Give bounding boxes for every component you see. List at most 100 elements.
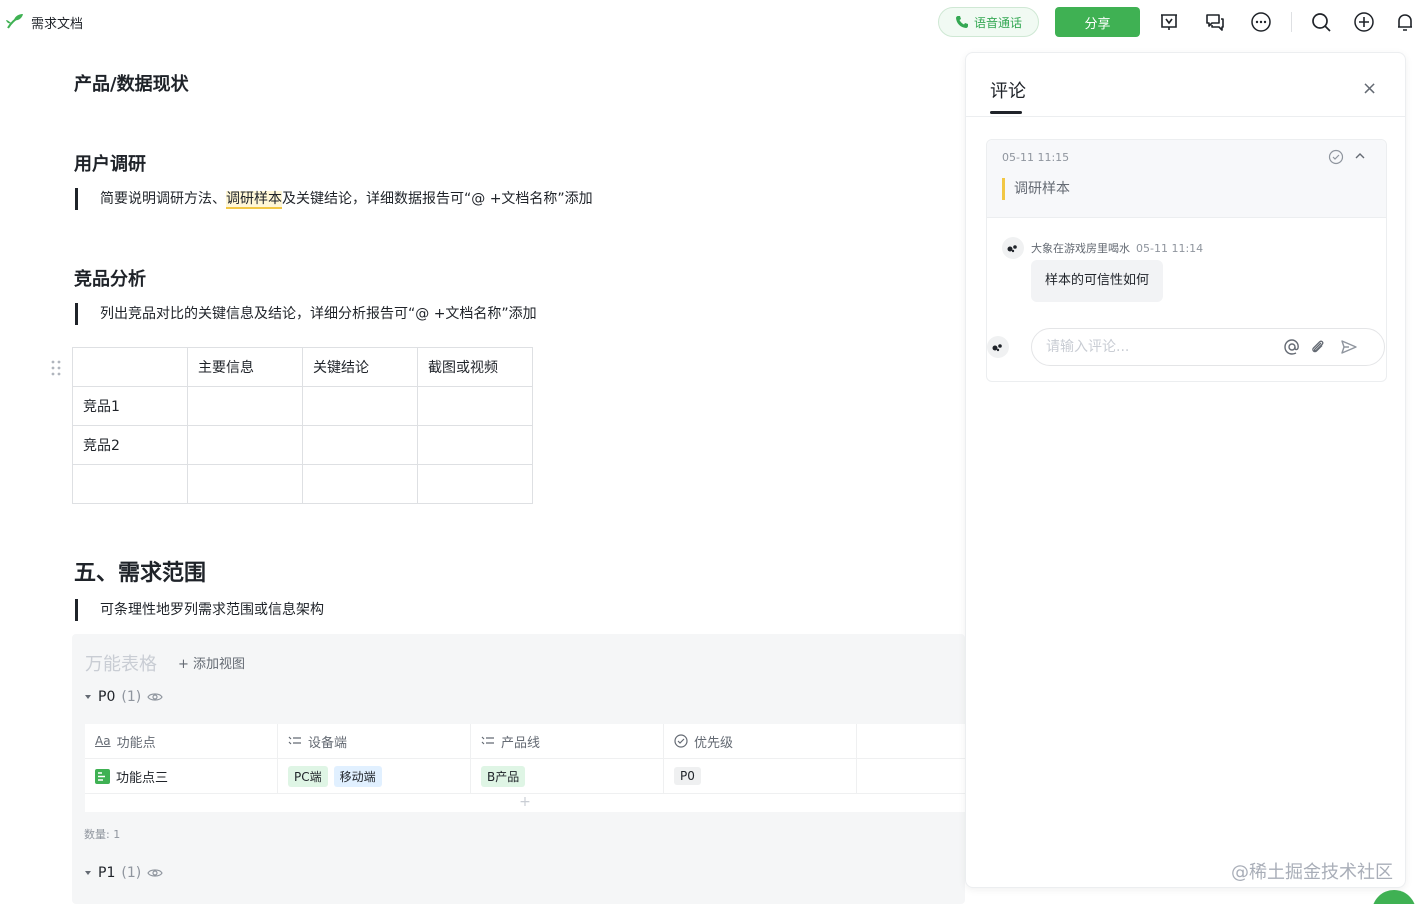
- single-select-icon: [674, 734, 688, 748]
- comment-meta: 大象在游戏房里喝水 05-11 11:14: [1031, 240, 1203, 256]
- more-options-icon[interactable]: [1250, 11, 1272, 33]
- comment-text: 样本的可信性如何: [1031, 260, 1164, 302]
- notification-bell-icon[interactable]: [1394, 11, 1416, 33]
- product-line-cell[interactable]: B产品: [471, 759, 664, 793]
- caret-down-icon[interactable]: [84, 693, 92, 701]
- resolve-check-icon[interactable]: [1328, 149, 1344, 165]
- table-row: [72, 464, 533, 504]
- column-header-label: 优先级: [694, 735, 734, 751]
- column-header-label: 设备端: [308, 735, 348, 751]
- heading-competitor-analysis: 竞品分析: [74, 269, 146, 290]
- feature-name: 功能点三: [116, 770, 169, 786]
- table-cell[interactable]: [302, 425, 418, 465]
- bitable-title[interactable]: 万能表格: [85, 650, 157, 676]
- panel-title: 评论: [990, 81, 1026, 102]
- top-bar: 需求文档 语音通话 分享: [0, 0, 1416, 44]
- device-tag: PC端: [288, 765, 328, 787]
- mention-icon[interactable]: [1283, 338, 1301, 356]
- competitor-quote: 列出竞品对比的关键信息及结论，详细分析报告可“@ +文档名称”添加: [75, 303, 537, 325]
- avatar: [1002, 237, 1024, 259]
- table-cell[interactable]: [302, 464, 418, 504]
- voice-call-label: 语音通话: [973, 15, 1022, 30]
- search-icon[interactable]: [1310, 11, 1332, 33]
- table-cell[interactable]: [72, 464, 188, 504]
- caret-down-icon[interactable]: [84, 869, 92, 877]
- table-row: 竞品2: [72, 425, 533, 465]
- group-count: (1): [121, 689, 142, 705]
- phone-icon: [955, 16, 968, 28]
- add-icon[interactable]: [1353, 11, 1375, 33]
- doc-title[interactable]: 需求文档: [31, 13, 83, 32]
- table-cell[interactable]: [72, 347, 188, 387]
- table-cell[interactable]: [417, 464, 533, 504]
- device-cell[interactable]: PC端 移动端: [278, 759, 471, 793]
- comments-icon[interactable]: [1204, 11, 1226, 33]
- commented-highlight[interactable]: 调研样本: [226, 191, 282, 209]
- table-row[interactable]: 功能点三 PC端 移动端 B产品 P0: [85, 759, 965, 794]
- bitable-block: 万能表格 + 添加视图 P0 (1) Aa 功能点 设备端 产品线 优先级 功能…: [72, 634, 965, 904]
- table-cell[interactable]: 主要信息: [187, 347, 303, 387]
- attachment-icon[interactable]: [1309, 338, 1327, 356]
- column-header-feature[interactable]: Aa 功能点: [85, 724, 278, 758]
- comment-author[interactable]: 大象在游戏房里喝水: [1031, 242, 1130, 255]
- table-cell[interactable]: [417, 425, 533, 465]
- comment-card-time: 05-11 11:15: [1002, 151, 1070, 164]
- column-header-priority[interactable]: 优先级: [664, 724, 857, 758]
- research-quote-pre: 简要说明调研方法、: [100, 191, 226, 207]
- table-header-row: 主要信息 关键结论 截图或视频: [72, 347, 533, 387]
- research-quote: 简要说明调研方法、调研样本及关键结论，详细数据报告可“@ +文档名称”添加: [75, 188, 593, 210]
- presentation-icon[interactable]: [1158, 11, 1180, 33]
- table-cell[interactable]: 竞品1: [72, 386, 188, 426]
- quoted-text[interactable]: 调研样本: [1002, 178, 1070, 200]
- priority-tag: P0: [674, 767, 701, 785]
- text-type-icon: Aa: [95, 734, 111, 748]
- table-cell[interactable]: [187, 425, 303, 465]
- multi-select-icon: [481, 736, 494, 745]
- research-quote-post: 及关键结论，详细数据报告可“@ +文档名称”添加: [282, 191, 593, 207]
- table-cell[interactable]: 截图或视频: [417, 347, 533, 387]
- table-cell[interactable]: [302, 386, 418, 426]
- watermark: @稀土掘金技术社区: [1231, 862, 1393, 883]
- avatar: [987, 336, 1009, 358]
- comment-card-header: 05-11 11:15 调研样本: [987, 140, 1386, 218]
- toolbar-divider: [1291, 12, 1292, 32]
- table-cell[interactable]: 关键结论: [302, 347, 418, 387]
- feature-cell[interactable]: 功能点三: [85, 759, 278, 793]
- eye-icon[interactable]: [147, 867, 163, 879]
- table-cell[interactable]: [417, 386, 533, 426]
- column-header-label: 功能点: [116, 735, 156, 751]
- group-header-p1[interactable]: P1 (1): [84, 865, 163, 881]
- share-button[interactable]: 分享: [1055, 7, 1140, 37]
- drag-handle-icon[interactable]: [51, 360, 61, 376]
- bitable-grid: Aa 功能点 设备端 产品线 优先级 功能点三 PC端 移动端 B产品 P0 +: [85, 724, 965, 812]
- send-icon[interactable]: [1340, 338, 1358, 356]
- table-row: 竞品1: [72, 386, 533, 426]
- group-header-p0[interactable]: P0 (1): [84, 689, 163, 705]
- add-record-button[interactable]: +: [85, 794, 965, 812]
- heading-product-status: 产品/数据现状: [74, 74, 189, 95]
- close-icon[interactable]: ×: [1362, 78, 1377, 99]
- add-view-button[interactable]: + 添加视图: [178, 653, 245, 672]
- comment-panel: 评论 × 05-11 11:15 调研样本 大象在游戏房里喝水 05-11 11:…: [965, 52, 1406, 888]
- table-cell[interactable]: [187, 386, 303, 426]
- heading-user-research: 用户调研: [74, 154, 146, 175]
- table-cell[interactable]: 竞品2: [72, 425, 188, 465]
- voice-call-button[interactable]: 语音通话: [938, 7, 1039, 37]
- column-header-product-line[interactable]: 产品线: [471, 724, 664, 758]
- table-cell[interactable]: [187, 464, 303, 504]
- leaf-logo-icon: [6, 14, 23, 29]
- column-header-device[interactable]: 设备端: [278, 724, 471, 758]
- chevron-up-icon[interactable]: [1353, 149, 1367, 163]
- column-header-label: 产品线: [501, 735, 541, 751]
- priority-cell[interactable]: P0: [664, 759, 857, 793]
- heading-requirement-scope: 五、需求范围: [74, 561, 207, 586]
- scope-quote: 可条理性地罗列需求范围或信息架构: [75, 599, 324, 621]
- comment-card: 05-11 11:15 调研样本 大象在游戏房里喝水 05-11 11:14 样本…: [986, 139, 1387, 382]
- eye-icon[interactable]: [147, 691, 163, 703]
- comment-input[interactable]: 请输入评论...: [1031, 328, 1385, 366]
- group-name: P1: [98, 865, 116, 881]
- multi-select-icon: [288, 736, 301, 745]
- help-fab-button[interactable]: [1372, 890, 1416, 904]
- panel-tab-indicator: [990, 111, 1022, 114]
- panel-divider: [966, 116, 1405, 117]
